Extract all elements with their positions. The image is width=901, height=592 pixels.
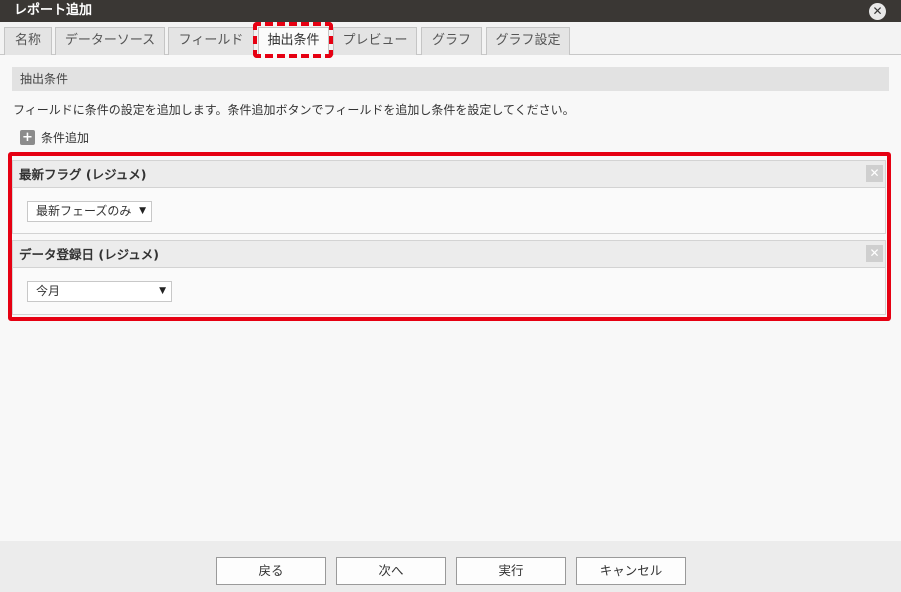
run-button[interactable]: 実行 [456,557,566,585]
condition-select[interactable]: 今月 ▼ [27,281,172,302]
condition-title: データ登録日 (レジュメ) ✕ [13,241,885,268]
tab-bar: 名称 データーソース フィールド 抽出条件 プレビュー グラフ グラフ設定 [0,22,901,56]
dropdown-arrow-icon: ▼ [159,286,166,296]
condition-card: データ登録日 (レジュメ) ✕ 今月 ▼ [12,240,886,315]
section-description: フィールドに条件の設定を追加します。条件追加ボタンでフィールドを追加し条件を設定… [13,103,575,117]
tab-field[interactable]: フィールド [168,27,254,55]
tab-graph-settings[interactable]: グラフ設定 [486,27,570,55]
condition-select-value: 最新フェーズのみ [36,204,132,218]
add-condition-label: 条件追加 [41,130,90,145]
back-button[interactable]: 戻る [216,557,326,585]
condition-card: 最新フラグ (レジュメ) ✕ 最新フェーズのみ ▼ [12,160,886,234]
remove-condition-icon[interactable]: ✕ [866,165,883,182]
condition-title-text: データ登録日 (レジュメ) [19,247,159,262]
section-title: 抽出条件 [12,67,889,91]
add-condition-button[interactable]: + 条件追加 [20,129,89,145]
condition-title: 最新フラグ (レジュメ) ✕ [13,161,885,188]
close-icon[interactable]: ✕ [869,3,886,20]
condition-select[interactable]: 最新フェーズのみ ▼ [27,201,152,222]
condition-select-value: 今月 [36,284,61,298]
window-titlebar: レポート追加 ✕ [0,0,901,22]
window-title: レポート追加 [14,3,93,18]
tab-filter-conditions[interactable]: 抽出条件 [258,27,329,56]
tab-name[interactable]: 名称 [4,27,52,55]
tab-datasource[interactable]: データーソース [55,27,165,55]
remove-condition-icon[interactable]: ✕ [866,245,883,262]
footer-bar: 戻る 次へ 実行 キャンセル [0,541,901,592]
dropdown-arrow-icon: ▼ [139,206,146,216]
condition-title-text: 最新フラグ (レジュメ) [19,167,147,182]
tab-graph[interactable]: グラフ [421,27,482,55]
plus-icon: + [20,129,35,145]
tab-preview[interactable]: プレビュー [333,27,417,55]
next-button[interactable]: 次へ [336,557,446,585]
cancel-button[interactable]: キャンセル [576,557,686,585]
